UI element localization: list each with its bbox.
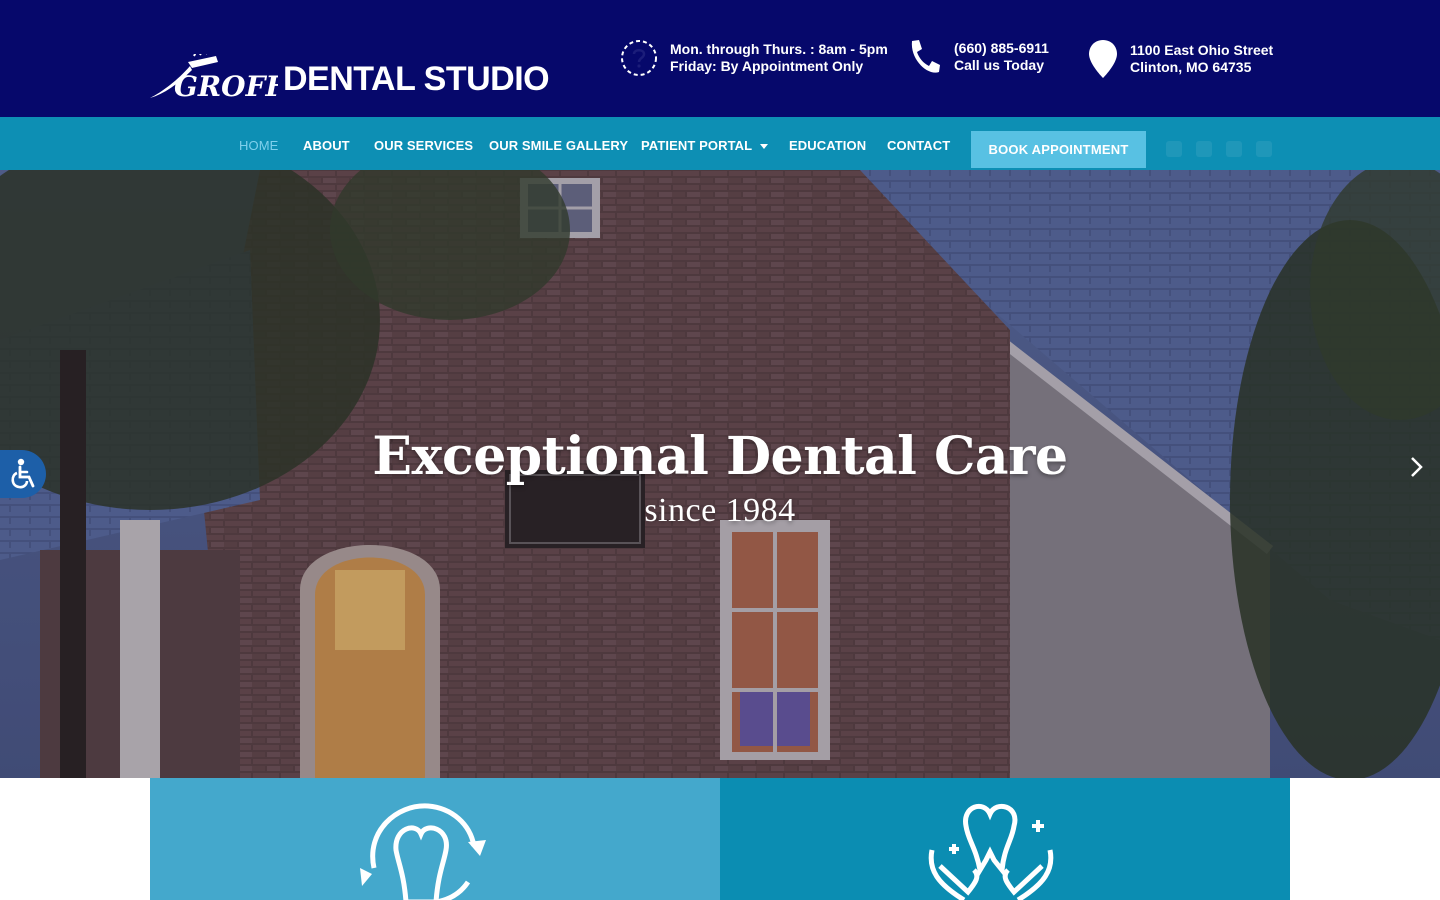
social-icon[interactable] (1166, 141, 1182, 157)
logo-brand-text: DENTAL STUDIO (283, 60, 550, 98)
accessibility-button[interactable] (0, 450, 46, 498)
tooth-refresh-icon (360, 803, 486, 900)
social-icon[interactable] (1226, 141, 1242, 157)
logo-script-mark: GROFF (150, 54, 278, 100)
hands-tooth-icon (928, 803, 1054, 900)
map-pin-icon (1088, 39, 1118, 79)
clock-question-icon (620, 39, 658, 77)
feature-card-left[interactable] (150, 778, 720, 900)
nav-smile-gallery[interactable]: OUR SMILE GALLERY (489, 138, 628, 153)
nav-about[interactable]: ABOUT (303, 138, 350, 153)
chevron-down-icon (760, 144, 769, 150)
nav-education[interactable]: EDUCATION (789, 138, 866, 153)
hours-line-1: Mon. through Thurs. : 8am - 5pm (670, 41, 888, 57)
phone-caption: Call us Today (954, 57, 1044, 73)
feature-card-right[interactable] (720, 778, 1290, 900)
phone-icon (906, 38, 942, 76)
hero-title: Exceptional Dental Care (372, 426, 1068, 487)
nav-our-services[interactable]: OUR SERVICES (374, 138, 473, 153)
hero-subtitle: since 1984 (644, 492, 796, 529)
book-appointment-button[interactable]: BOOK APPOINTMENT (971, 131, 1146, 168)
social-icon[interactable] (1256, 141, 1272, 157)
chevron-right-icon[interactable] (1404, 454, 1430, 480)
address-city: Clinton, MO 64735 (1130, 59, 1252, 75)
nav-patient-portal[interactable]: PATIENT PORTAL (641, 138, 769, 153)
main-nav: HOME ABOUT OUR SERVICES OUR SMILE GALLER… (0, 117, 1440, 170)
nav-patient-portal-label: PATIENT PORTAL (641, 138, 753, 153)
hours-info: Mon. through Thurs. : 8am - 5pm Friday: … (620, 39, 888, 77)
social-links (1166, 141, 1272, 157)
svg-text:GROFF: GROFF (174, 70, 278, 100)
wheelchair-icon (11, 458, 35, 489)
hours-line-2: Friday: By Appointment Only (670, 58, 864, 74)
hero-slider: Exceptional Dental Care since 1984 (0, 170, 1440, 778)
address-info[interactable]: 1100 East Ohio Street Clinton, MO 64735 (1088, 39, 1273, 79)
nav-contact[interactable]: CONTACT (887, 138, 950, 153)
nav-home[interactable]: HOME (239, 138, 278, 153)
phone-number[interactable]: (660) 885-6911 (954, 40, 1049, 57)
social-icon[interactable] (1196, 141, 1212, 157)
address-street: 1100 East Ohio Street (1130, 42, 1274, 58)
site-logo[interactable]: GROFF DENTAL STUDIO (148, 28, 550, 102)
top-header: GROFF DENTAL STUDIO Mon. through Thurs. … (0, 0, 1440, 117)
phone-info[interactable]: (660) 885-6911 Call us Today (906, 38, 1049, 76)
